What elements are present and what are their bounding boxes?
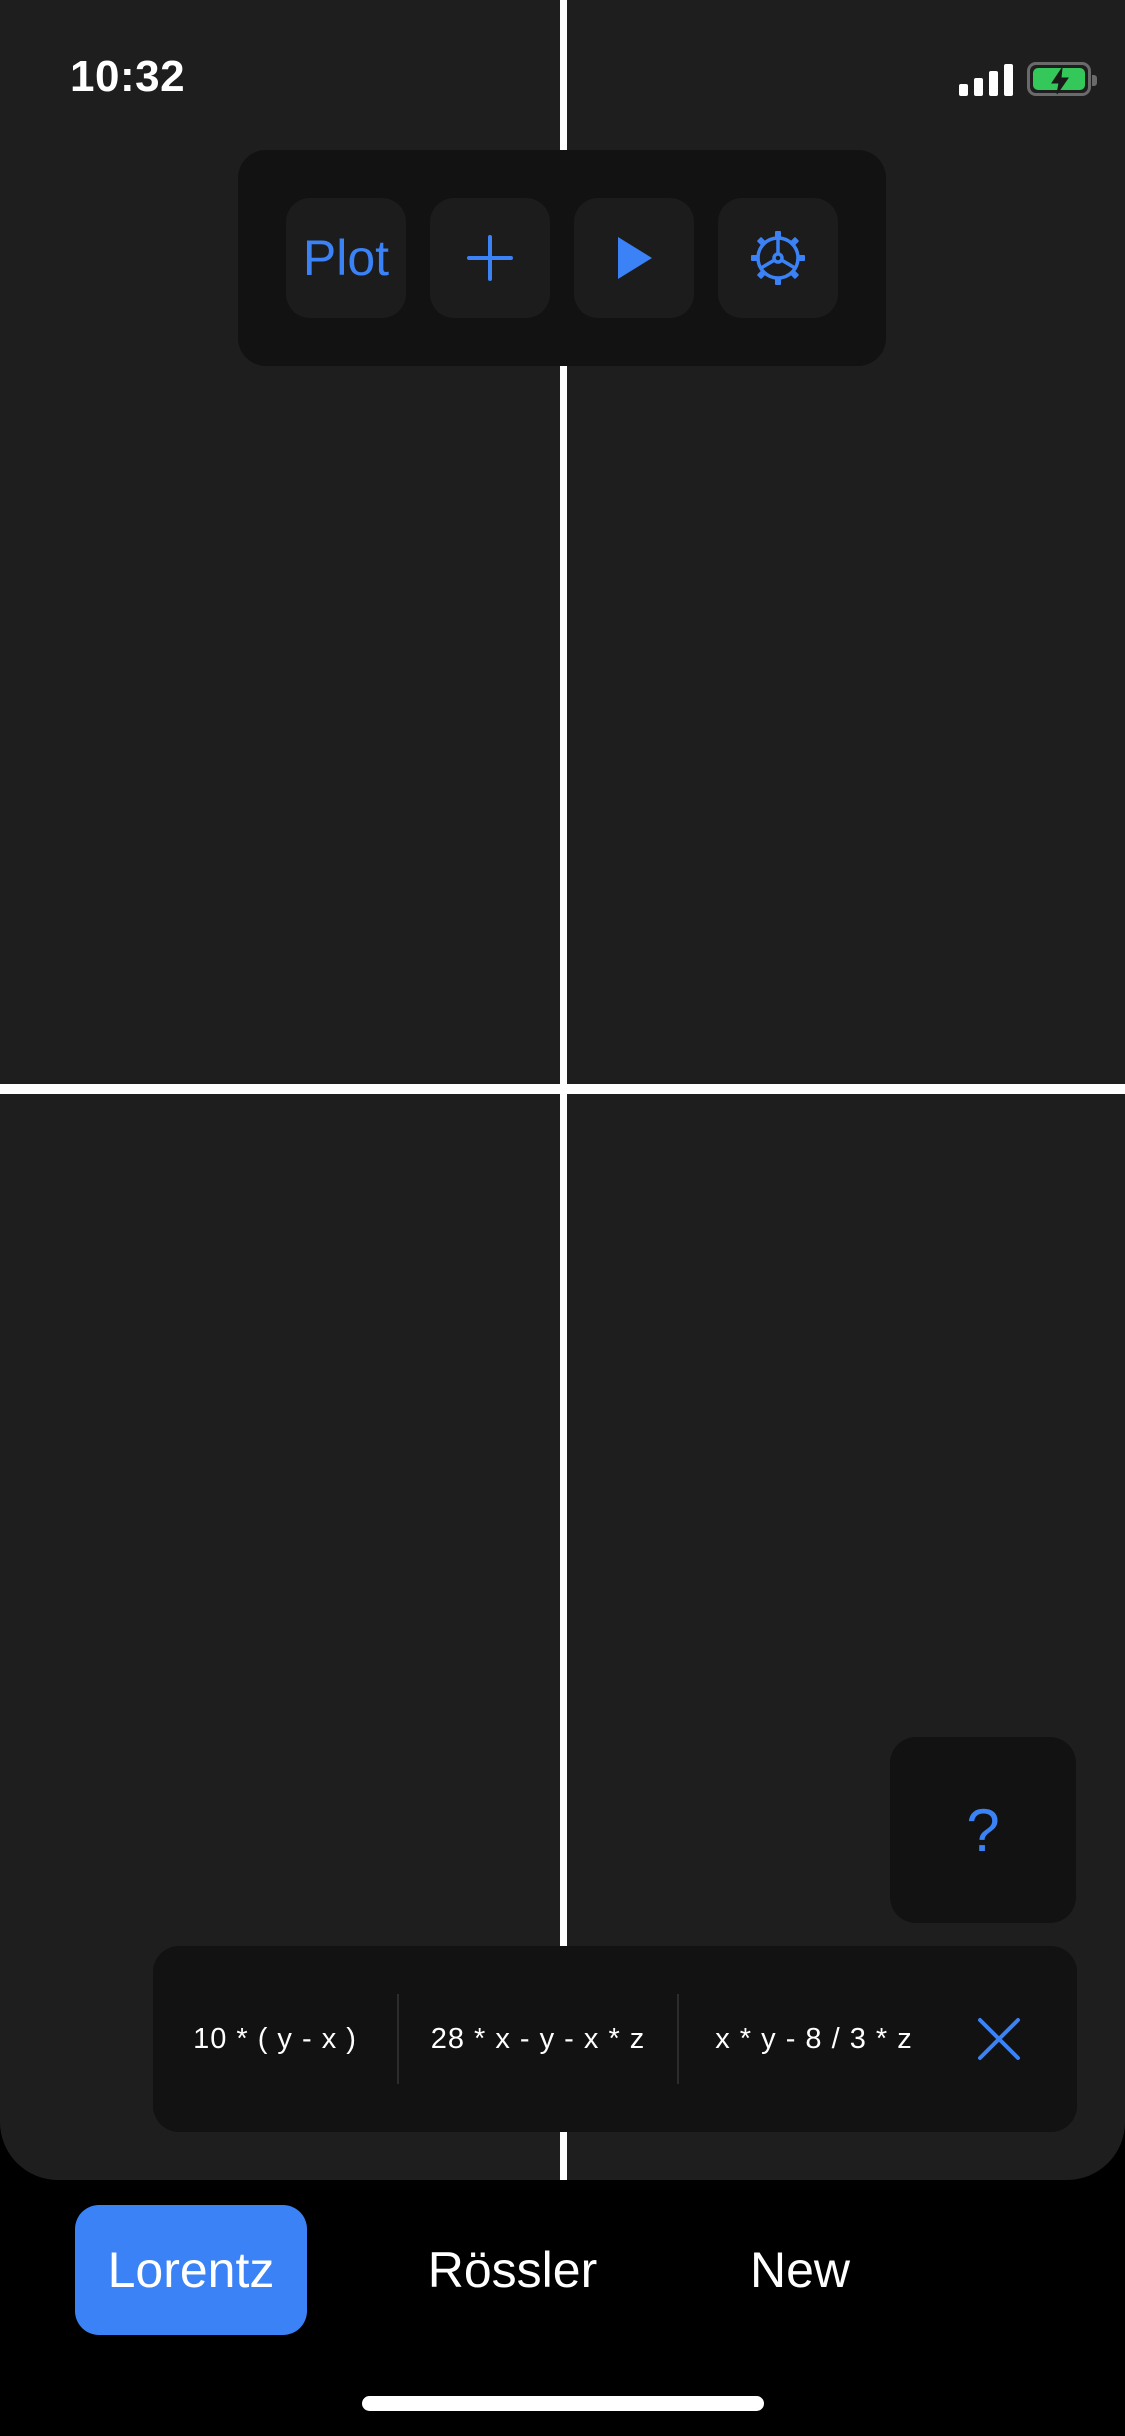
home-indicator[interactable]: [362, 2396, 764, 2411]
play-icon: [618, 237, 652, 279]
plot-button-label: Plot: [302, 230, 390, 286]
equation-bar: 10 * ( y - x ) 28 * x - y - x * z x * y …: [153, 1946, 1077, 2132]
close-equations-button[interactable]: [949, 1989, 1049, 2089]
add-button[interactable]: [430, 198, 550, 318]
toolbar: Plot: [238, 150, 886, 366]
cellular-signal-icon: [959, 62, 1013, 96]
tab-lorentz[interactable]: Lorentz: [75, 2205, 307, 2335]
equation-dz-field[interactable]: x * y - 8 / 3 * z: [679, 1994, 949, 2084]
tab-rossler[interactable]: Rössler: [400, 2205, 625, 2335]
help-button-label: ?: [966, 1796, 1000, 1864]
play-button[interactable]: [574, 198, 694, 318]
system-tabs: Lorentz Rössler New: [0, 2205, 1125, 2335]
battery-icon: [1027, 62, 1097, 96]
help-button[interactable]: ?: [890, 1737, 1076, 1923]
equation-dx-field[interactable]: 10 * ( y - x ): [153, 1994, 399, 2084]
horizontal-axis: [0, 1084, 1125, 1094]
status-time: 10:32: [70, 52, 186, 101]
plus-icon: [467, 235, 513, 281]
tab-new[interactable]: New: [720, 2205, 880, 2335]
settings-button[interactable]: [718, 198, 838, 318]
plot-button[interactable]: Plot: [286, 198, 406, 318]
equation-dy-field[interactable]: 28 * x - y - x * z: [399, 1994, 679, 2084]
charging-bolt-icon: [1051, 67, 1069, 95]
close-icon: [978, 2018, 1020, 2060]
status-indicators: [959, 62, 1097, 96]
screen: 10:32 Plot ? 10 * (y - x) 28 * x - y -…: [0, 0, 1125, 2436]
gear-icon: [751, 231, 805, 285]
